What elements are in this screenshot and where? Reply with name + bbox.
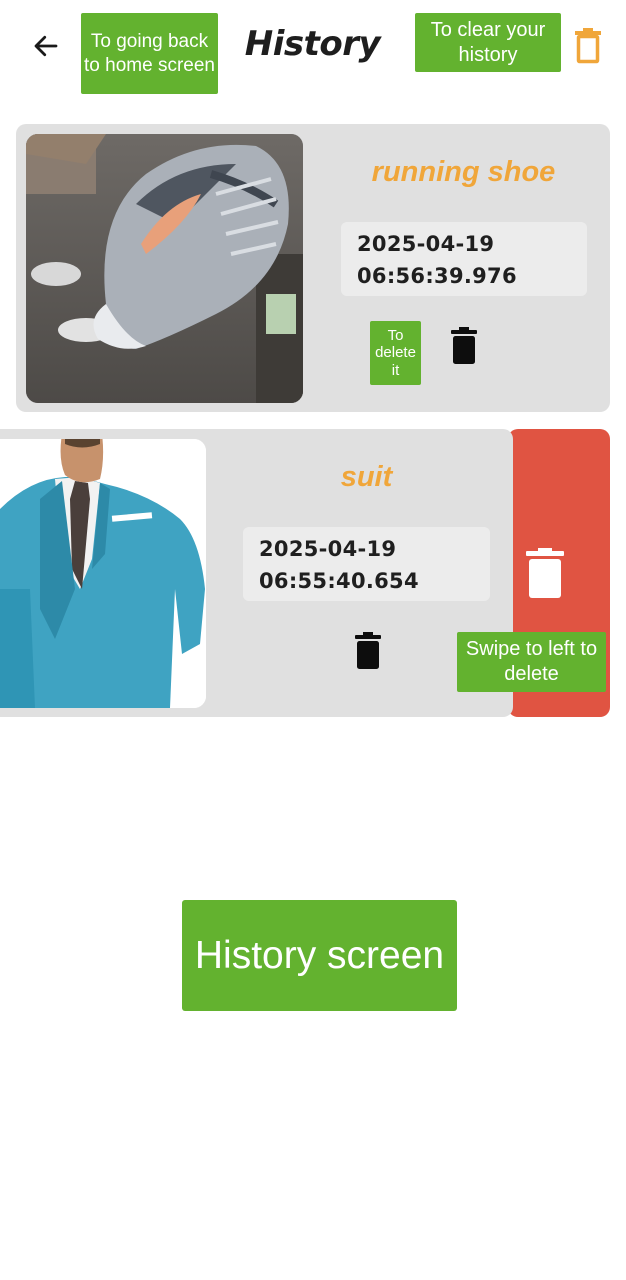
page-title: History [244, 24, 381, 64]
annotation-swipe: Swipe to left to delete [457, 632, 606, 692]
history-item-title: suit [340, 461, 393, 493]
arrow-left-icon [34, 35, 58, 57]
trash-outline-icon [575, 28, 601, 64]
history-item-title: running shoe [371, 156, 556, 188]
history-item-image-suit [0, 439, 206, 708]
delete-item-button[interactable] [350, 628, 386, 672]
history-item-timestamp: 2025-04-19 06:56:39.976 [341, 222, 587, 296]
trash-icon [355, 631, 381, 669]
annotation-delete: To delete it [370, 321, 421, 385]
trash-icon [451, 326, 477, 364]
history-item-image-shoe [26, 134, 303, 403]
timestamp-text: 2025-04-19 06:55:40.654 [259, 537, 419, 593]
clear-history-button[interactable] [568, 24, 608, 68]
timestamp-text: 2025-04-19 06:56:39.976 [357, 232, 517, 288]
annotation-screen-label: History screen [182, 900, 457, 1011]
annotation-back: To going back to home screen [81, 13, 218, 94]
back-button[interactable] [26, 26, 66, 66]
swipe-delete-button[interactable] [524, 545, 566, 601]
annotation-clear: To clear your history [415, 13, 561, 72]
history-item-timestamp: 2025-04-19 06:55:40.654 [243, 527, 490, 601]
trash-icon [526, 548, 564, 598]
delete-item-button[interactable] [446, 323, 482, 367]
